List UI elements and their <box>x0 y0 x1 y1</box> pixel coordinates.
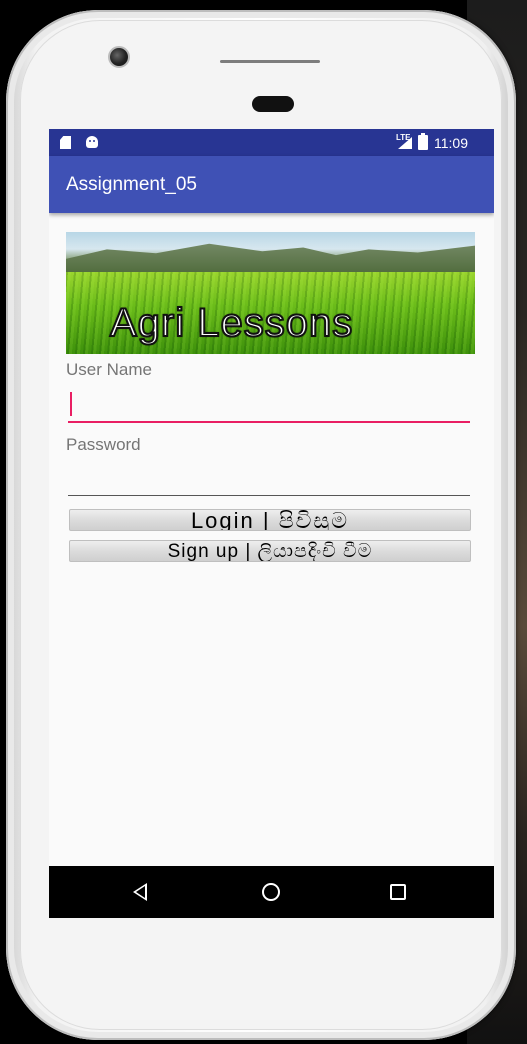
username-field-wrapper <box>68 383 474 423</box>
android-debug-icon <box>86 136 98 148</box>
sd-card-icon <box>60 136 71 149</box>
app-toolbar: Assignment_05 <box>49 156 494 213</box>
status-bar: LTE 11:09 <box>49 129 494 156</box>
front-camera-icon <box>108 46 130 68</box>
home-icon[interactable] <box>262 883 280 901</box>
password-label: Password <box>66 435 141 454</box>
banner-title: Agri Lessons <box>109 300 354 346</box>
username-label: User Name <box>66 360 152 379</box>
password-underline <box>68 495 470 496</box>
device-screen: LTE 11:09 Assignment_05 Agri Lessons Use… <box>49 129 494 918</box>
status-time: 11:09 <box>434 135 468 151</box>
username-input[interactable] <box>68 383 474 423</box>
earpiece-line <box>220 60 320 63</box>
battery-icon <box>418 133 428 150</box>
username-underline <box>68 421 470 423</box>
speaker-grille <box>252 96 294 112</box>
login-button[interactable]: Login | පිවිසුම <box>69 509 471 531</box>
password-input[interactable] <box>68 456 474 496</box>
banner-image: Agri Lessons <box>66 232 475 354</box>
password-field-wrapper <box>68 456 474 496</box>
signup-button[interactable]: Sign up | ලියාපදිංචි වීම <box>69 540 471 562</box>
navigation-bar <box>49 866 494 918</box>
banner-hills <box>66 243 475 276</box>
recents-icon[interactable] <box>390 884 406 900</box>
app-title: Assignment_05 <box>66 174 197 195</box>
back-icon[interactable] <box>133 883 147 901</box>
text-cursor <box>70 392 72 416</box>
